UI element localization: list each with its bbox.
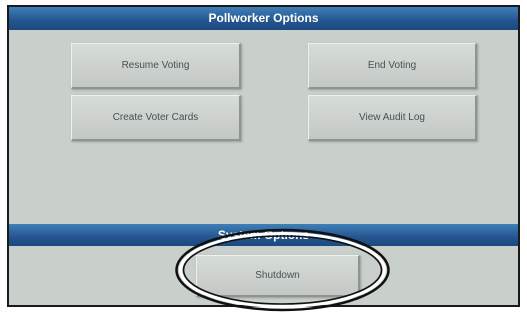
shutdown-button[interactable]: Shutdown	[196, 255, 360, 297]
pollworker-options-header: Pollworker Options	[9, 7, 518, 30]
system-options-header: System Options	[9, 224, 518, 246]
view-audit-log-button[interactable]: View Audit Log	[308, 95, 477, 141]
end-voting-button[interactable]: End Voting	[308, 43, 477, 89]
pollworker-options-screen: Pollworker Options Resume Voting End Vot…	[7, 5, 520, 307]
resume-voting-button[interactable]: Resume Voting	[71, 43, 241, 89]
create-voter-cards-button[interactable]: Create Voter Cards	[71, 95, 241, 141]
